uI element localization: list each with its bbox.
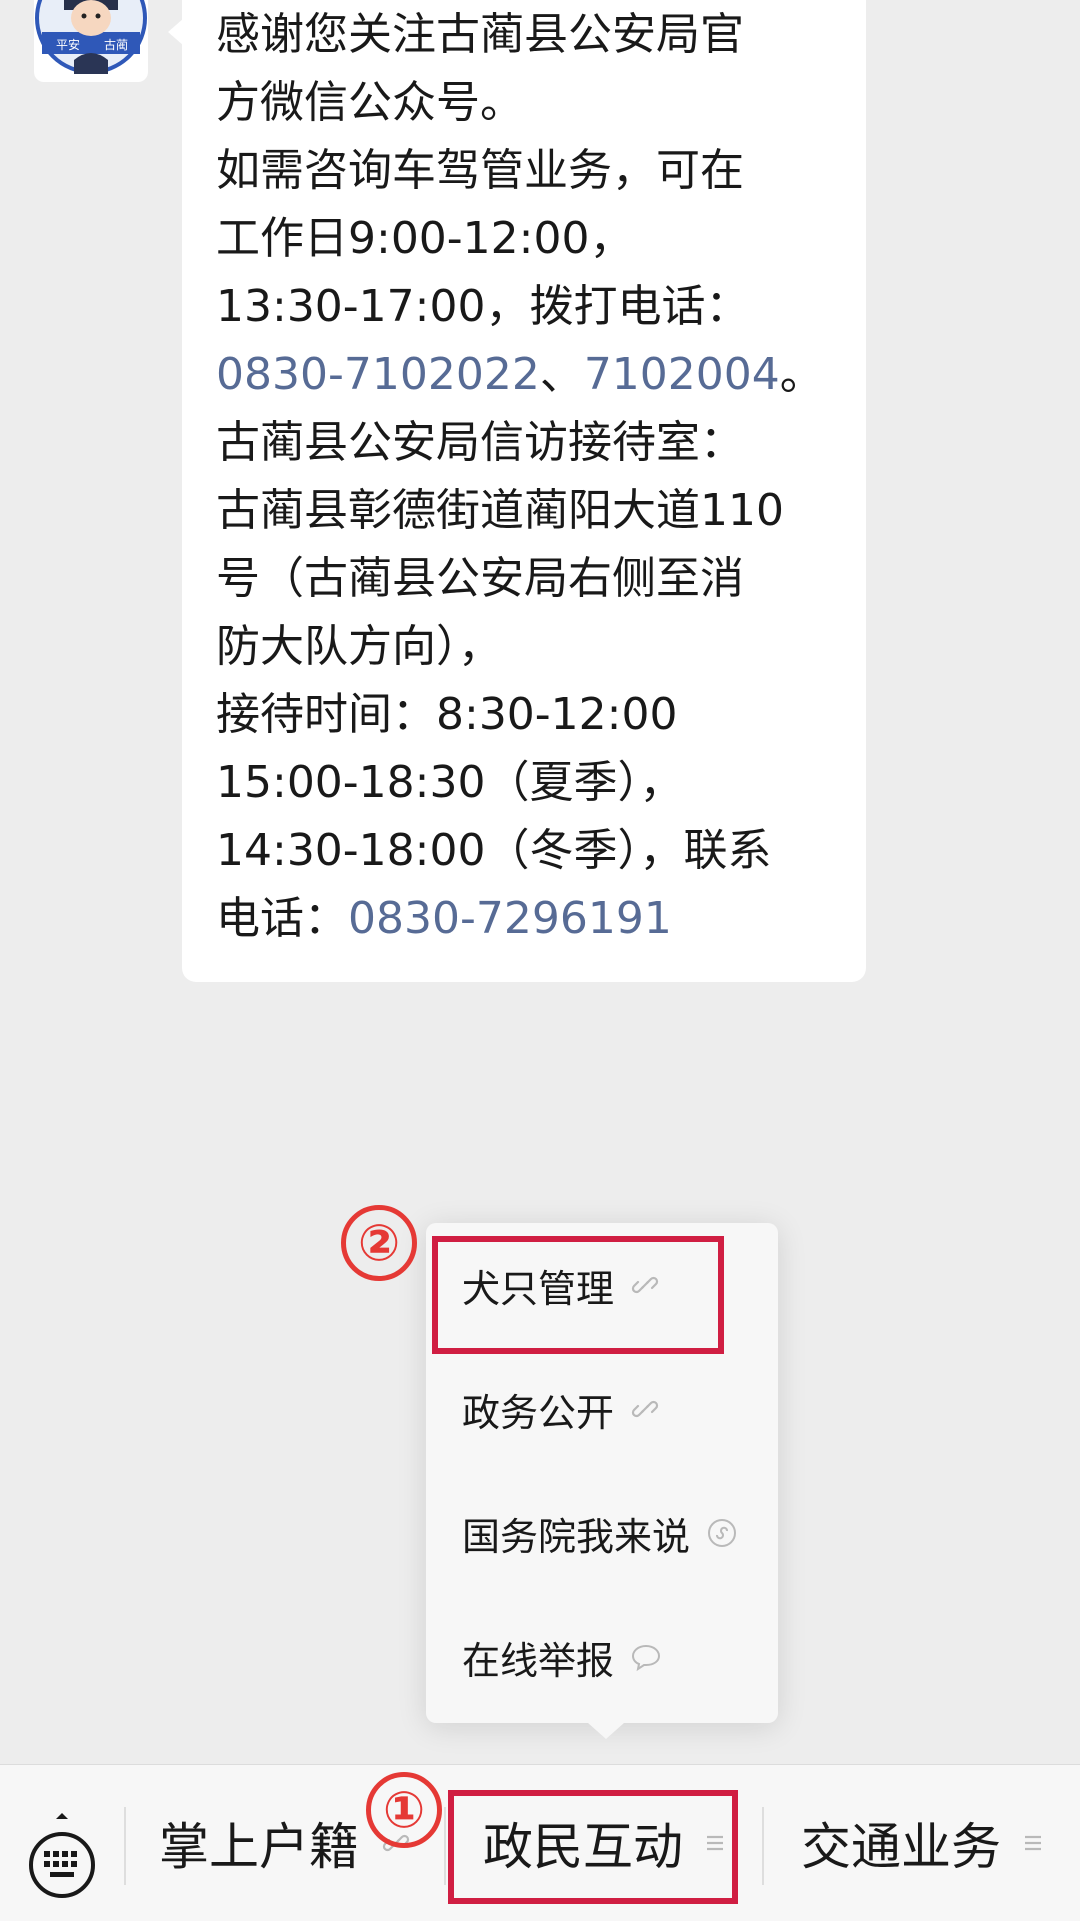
message-line: 0830-7102022、7102004。	[216, 341, 824, 409]
highlight-box-interaction-tab	[448, 1790, 738, 1904]
message-text-segment: 方微信公众号。	[216, 77, 524, 128]
message-text-segment: 14:30-18:00（冬季），联系	[216, 825, 772, 876]
step-2-badge: ②	[341, 1205, 417, 1281]
message-line: 接待时间：8:30-12:00	[216, 681, 677, 749]
message-line: 15:00-18:30（夏季），	[216, 749, 683, 817]
message-line: 如需咨询车驾管业务，可在	[216, 137, 744, 205]
message-line: 方微信公众号。	[216, 69, 524, 137]
police-mascot-icon: 平安 古蔺	[35, 0, 147, 74]
bubble-tail	[168, 18, 184, 46]
message-line: 工作日9:00-12:00，	[216, 205, 633, 273]
message-line: 古蔺县公安局信访接待室：	[216, 409, 744, 477]
popup-arrow	[588, 1723, 624, 1739]
submenu-item-online-report[interactable]: 在线举报	[426, 1595, 778, 1719]
message-text-segment: 古蔺县彰德街道蔺阳大道110	[216, 485, 784, 536]
message-text-segment: 防大队方向），	[216, 621, 502, 672]
highlight-box-dog-management	[432, 1236, 724, 1354]
chat-bubble-icon	[630, 1642, 662, 1672]
link-icon	[630, 1394, 660, 1424]
submenu-item-label: 国务院我来说	[462, 1514, 691, 1559]
svg-text:古蔺: 古蔺	[104, 37, 128, 52]
message-line: 电话：0830-7296191	[216, 885, 672, 953]
message-line: 号（古蔺县公安局右侧至消	[216, 545, 744, 613]
message-line: 感谢您关注古蔺县公安局官	[216, 1, 744, 69]
message-line: 14:30-18:00（冬季），联系	[216, 817, 771, 885]
message-text-segment: 、	[539, 349, 584, 400]
official-account-avatar[interactable]: 平安 古蔺	[34, 0, 148, 82]
message-line: 防大队方向），	[216, 613, 502, 681]
phone-link[interactable]: 0830-7296191	[348, 893, 672, 944]
message-text-segment: 古蔺县公安局信访接待室：	[216, 417, 744, 468]
phone-link[interactable]: 0830-7102022	[216, 349, 540, 400]
message-text-segment: 。	[779, 349, 824, 400]
message-text-segment: 号（古蔺县公安局右侧至消	[216, 553, 744, 604]
tab-label: 交通业务	[801, 1818, 1001, 1876]
submenu-item-government-affairs[interactable]: 政务公开	[426, 1347, 778, 1471]
message-text-segment: 13:30-17:00，拨打电话：	[216, 281, 750, 332]
tab-label: 掌上户籍	[159, 1818, 359, 1876]
message-line: 古蔺县彰德街道蔺阳大道110	[216, 477, 784, 545]
tab-traffic-services[interactable]: 交通业务	[764, 1765, 1080, 1921]
message-text-segment: 接待时间：8:30-12:00	[216, 689, 678, 740]
keyboard-icon	[29, 1813, 95, 1898]
submenu-item-state-council[interactable]: 国务院我来说	[426, 1471, 778, 1595]
message-text-segment: 15:00-18:30（夏季），	[216, 757, 684, 808]
step-1-badge: ①	[366, 1772, 442, 1848]
list-icon	[1023, 1832, 1043, 1854]
phone-link[interactable]: 7102004	[584, 349, 780, 400]
message-text-segment: 电话：	[216, 893, 348, 944]
keyboard-toggle-button[interactable]	[22, 1809, 102, 1909]
svg-text:平安: 平安	[56, 37, 80, 52]
message-text-segment: 感谢您关注古蔺县公安局官	[216, 9, 744, 60]
mini-program-icon	[706, 1517, 738, 1549]
submenu-item-label: 在线举报	[462, 1638, 615, 1683]
submenu-item-label: 政务公开	[462, 1390, 615, 1435]
message-line: 13:30-17:00，拨打电话：	[216, 273, 749, 341]
message-text-segment: 工作日9:00-12:00，	[216, 213, 634, 264]
message-text-segment: 如需咨询车驾管业务，可在	[216, 145, 744, 196]
